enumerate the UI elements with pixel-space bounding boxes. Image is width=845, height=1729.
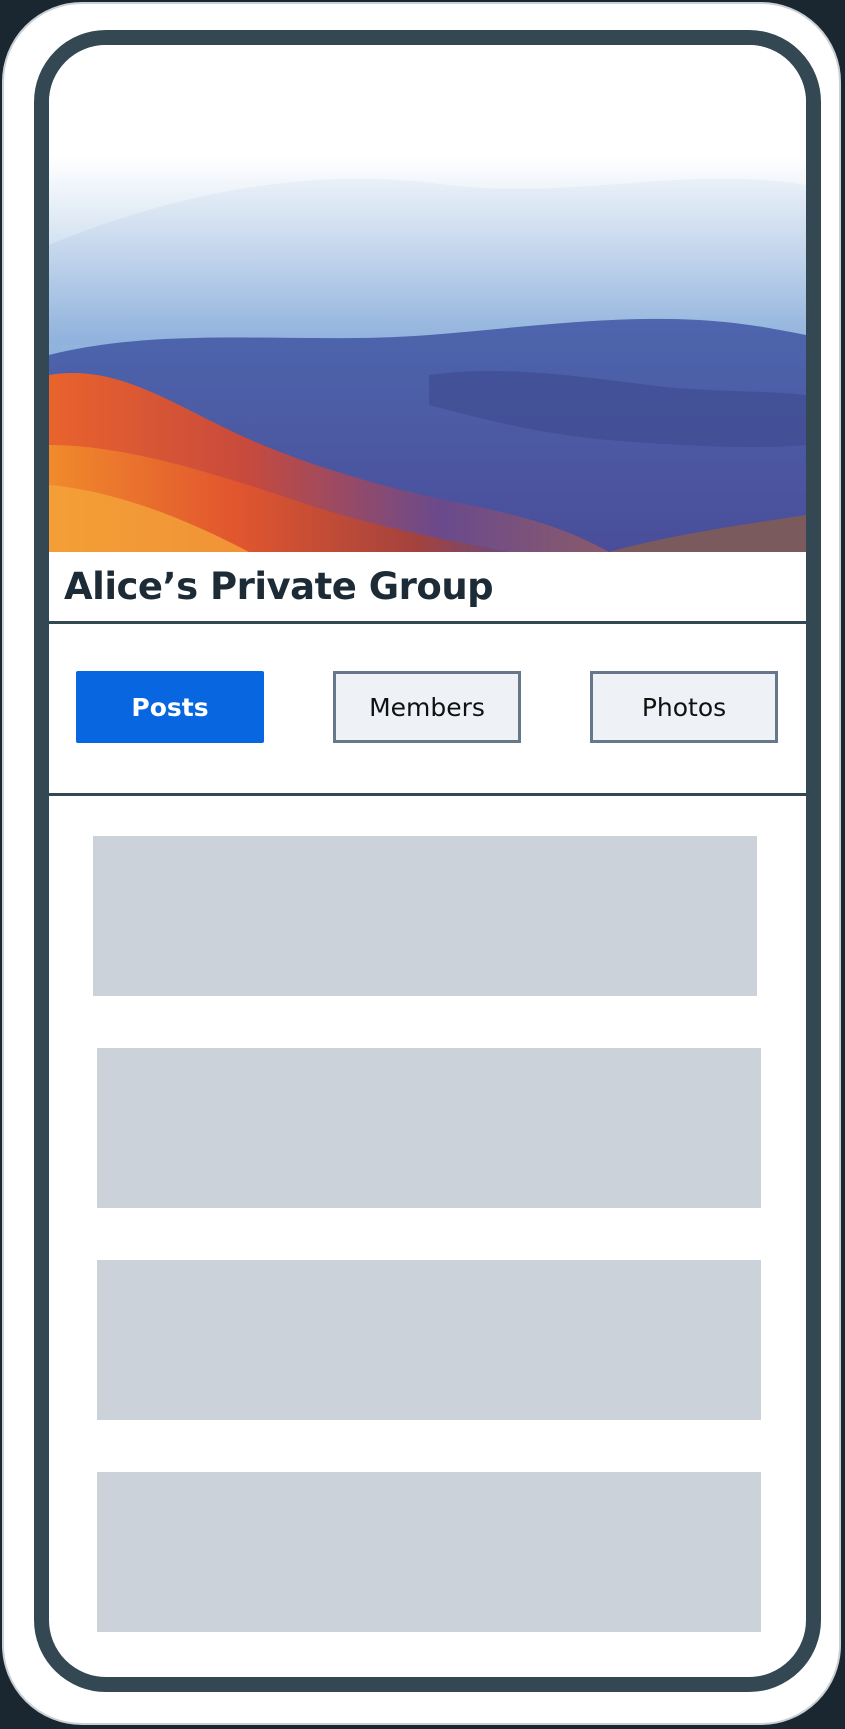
post-placeholder-2 xyxy=(97,1048,761,1208)
tab-photos[interactable]: Photos xyxy=(590,671,778,743)
tabs-divider xyxy=(49,793,806,796)
post-placeholder-4 xyxy=(97,1472,761,1632)
phone-screen: Alice’s Private Group Posts Members Phot… xyxy=(34,30,821,1692)
group-title: Alice’s Private Group xyxy=(64,565,494,608)
tab-members[interactable]: Members xyxy=(333,671,521,743)
group-cover-photo xyxy=(49,45,806,552)
mountain-landscape-image xyxy=(49,45,806,552)
post-placeholder-3 xyxy=(97,1260,761,1420)
tab-posts[interactable]: Posts xyxy=(76,671,264,743)
header-divider xyxy=(49,621,806,624)
post-placeholder-1 xyxy=(93,836,757,996)
